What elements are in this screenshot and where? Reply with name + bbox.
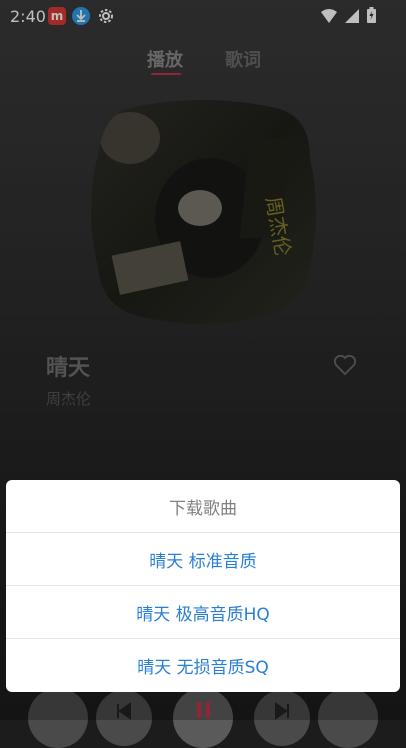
download-sheet: 下载歌曲 晴天 标准音质 晴天 极高音质HQ 晴天 无损音质SQ	[6, 480, 400, 692]
download-standard-quality-option[interactable]: 晴天 标准音质	[6, 533, 400, 586]
download-high-quality-option[interactable]: 晴天 极高音质HQ	[6, 586, 400, 639]
download-lossless-quality-option[interactable]: 晴天 无损音质SQ	[6, 639, 400, 691]
download-sheet-title: 下载歌曲	[6, 480, 400, 533]
